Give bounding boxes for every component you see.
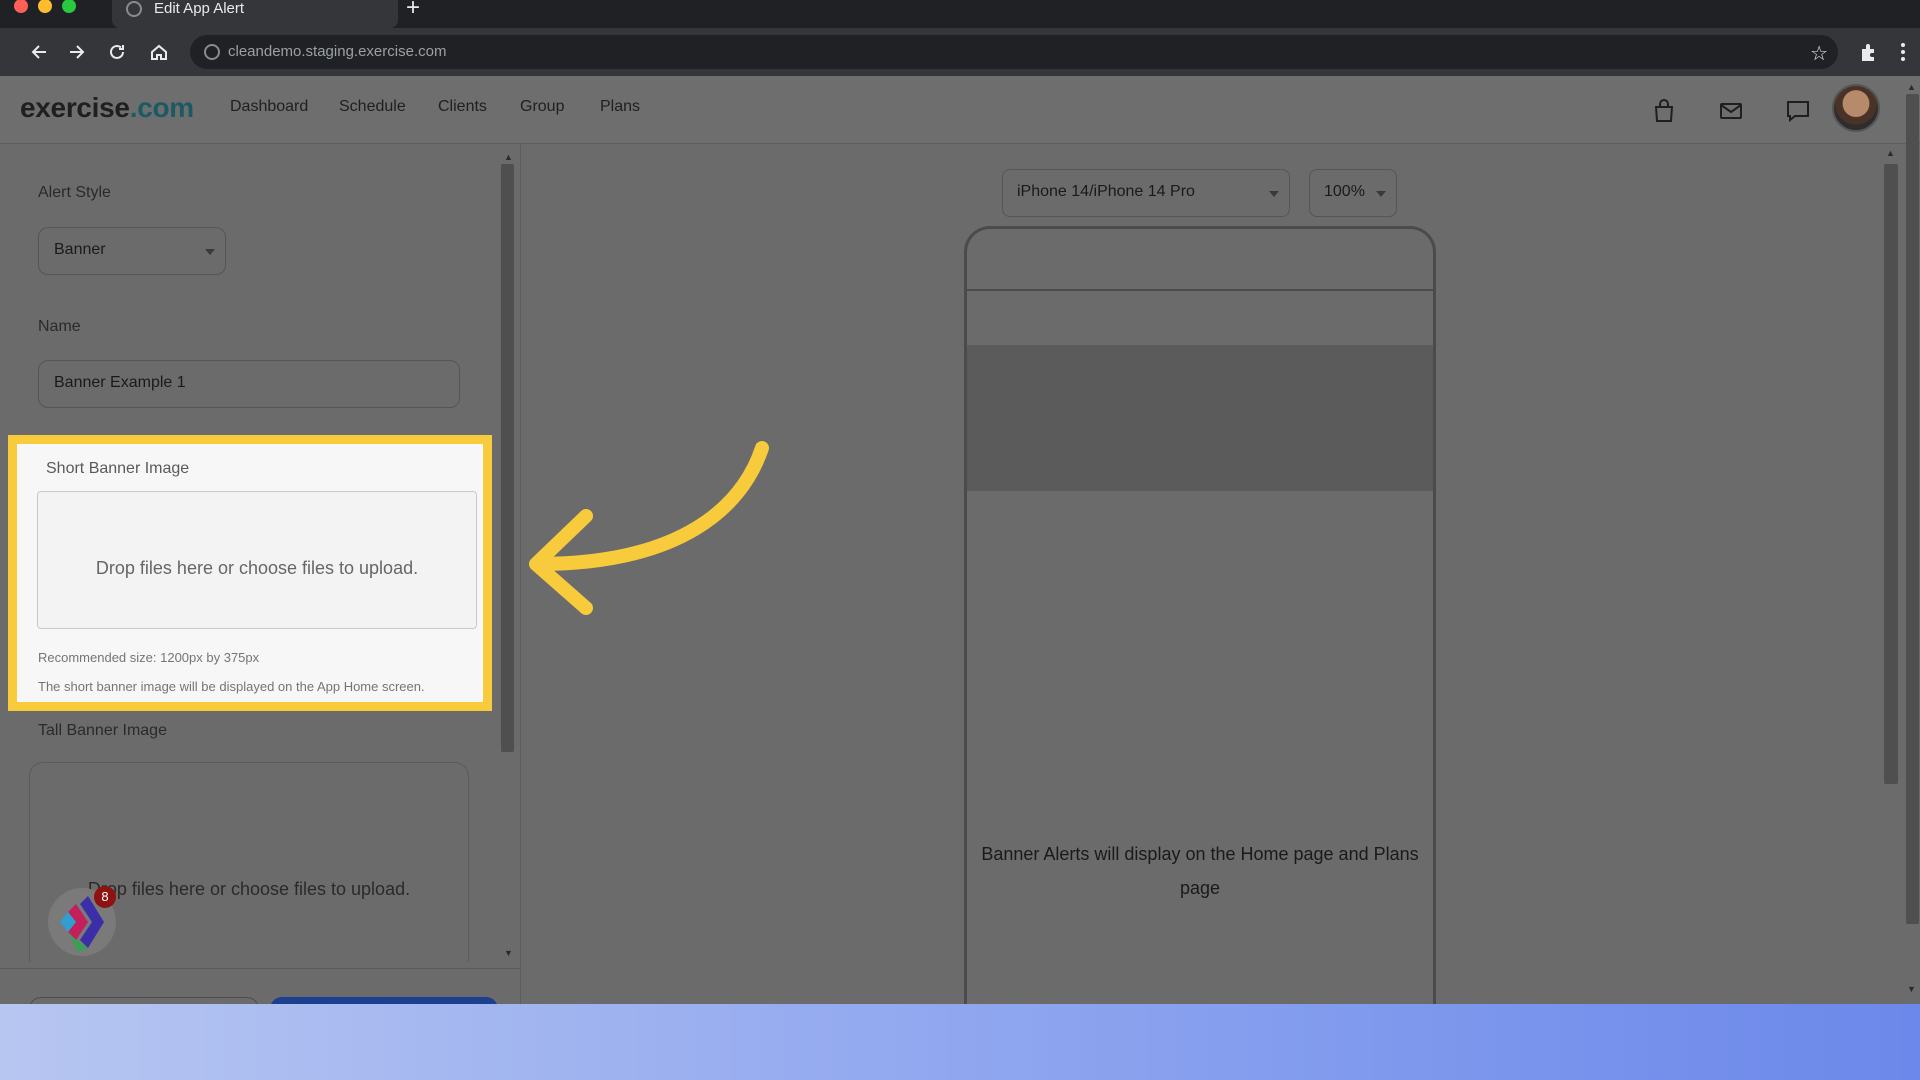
short-banner-dropzone[interactable]: Drop files here or choose files to uploa…: [37, 491, 477, 629]
alert-style-value: Banner: [54, 241, 106, 258]
name-value: Banner Example 1: [54, 374, 186, 391]
scroll-down-icon[interactable]: ▼: [504, 948, 513, 958]
footer-gradient: [0, 1004, 1920, 1080]
zoom-value: 100%: [1324, 183, 1365, 200]
nav-group[interactable]: Group: [520, 98, 564, 116]
phone-header-divider: [967, 289, 1433, 291]
user-avatar[interactable]: [1832, 84, 1880, 132]
nav-schedule[interactable]: Schedule: [339, 98, 406, 116]
annotation-arrow-icon: [529, 441, 769, 615]
left-scroll-thumb[interactable]: [501, 164, 514, 752]
banner-placeholder: [967, 345, 1433, 491]
logo-suffix: .com: [129, 92, 194, 123]
browser-tabstrip: Edit App Alert +: [0, 0, 1920, 28]
back-icon[interactable]: [28, 41, 50, 63]
extensions-icon[interactable]: [1858, 41, 1880, 63]
close-window-button[interactable]: [14, 0, 28, 13]
zoom-select[interactable]: 100%: [1309, 169, 1397, 217]
browser-menu-icon[interactable]: [1892, 41, 1914, 63]
short-banner-section: Short Banner Image Drop files here or ch…: [8, 435, 492, 711]
page-scroll-thumb[interactable]: [1906, 94, 1919, 924]
alert-style-label: Alert Style: [38, 184, 111, 201]
scroll-up-icon[interactable]: ▲: [1907, 82, 1916, 92]
alert-style-select[interactable]: Banner: [38, 227, 226, 275]
notification-badge: 8: [94, 886, 116, 908]
address-url: cleandemo.staging.exercise.com: [228, 43, 447, 60]
browser-tab[interactable]: Edit App Alert: [112, 0, 398, 28]
logo[interactable]: exercise.com: [20, 92, 194, 124]
tall-banner-label: Tall Banner Image: [38, 722, 167, 739]
maximize-window-button[interactable]: [62, 0, 76, 13]
address-bar[interactable]: cleandemo.staging.exercise.com ☆: [190, 35, 1838, 69]
nav-clients[interactable]: Clients: [438, 98, 487, 116]
tab-title: Edit App Alert: [154, 0, 245, 17]
new-tab-button[interactable]: +: [406, 0, 420, 20]
short-banner-note: The short banner image will be displayed…: [38, 679, 425, 694]
browser-toolbar: cleandemo.staging.exercise.com ☆: [0, 28, 1920, 76]
short-banner-drop-text: Drop files here or choose files to uploa…: [95, 558, 419, 578]
site-info-icon[interactable]: [204, 44, 220, 60]
chevron-down-icon: [1269, 191, 1279, 197]
preview-message: Banner Alerts will display on the Home p…: [981, 844, 1419, 898]
name-label: Name: [38, 318, 81, 335]
chevron-down-icon: [1376, 191, 1386, 197]
recommended-size-text: Recommended size: 1200px by 375px: [38, 650, 260, 665]
logo-main: exercise: [20, 92, 130, 123]
scroll-up-icon[interactable]: ▲: [504, 152, 513, 162]
scroll-up-icon[interactable]: ▲: [1886, 148, 1895, 158]
minimize-window-button[interactable]: [38, 0, 52, 13]
name-input[interactable]: Banner Example 1: [38, 360, 460, 408]
bookmark-star-icon[interactable]: ☆: [1810, 41, 1828, 66]
scroll-down-icon[interactable]: ▼: [1907, 984, 1916, 994]
short-banner-label: Short Banner Image: [46, 460, 190, 477]
shopping-bag-icon[interactable]: [1651, 98, 1677, 124]
home-icon[interactable]: [148, 41, 170, 63]
chevron-down-icon: [205, 249, 215, 255]
forward-icon[interactable]: [66, 41, 88, 63]
globe-icon: [126, 1, 142, 17]
reload-icon[interactable]: [106, 41, 128, 63]
chat-icon[interactable]: [1785, 98, 1811, 124]
nav-dashboard[interactable]: Dashboard: [230, 98, 308, 116]
preview-scroll-thumb[interactable]: [1884, 164, 1898, 784]
device-select[interactable]: iPhone 14/iPhone 14 Pro: [1002, 169, 1290, 217]
phone-preview: Banner Alerts will display on the Home p…: [964, 226, 1436, 1016]
action-bar: [0, 968, 520, 1017]
device-value: iPhone 14/iPhone 14 Pro: [1017, 183, 1195, 200]
app-header: exercise.com Dashboard Schedule Clients …: [0, 76, 1920, 144]
nav-plans[interactable]: Plans: [600, 98, 640, 116]
mail-icon[interactable]: [1718, 98, 1744, 124]
